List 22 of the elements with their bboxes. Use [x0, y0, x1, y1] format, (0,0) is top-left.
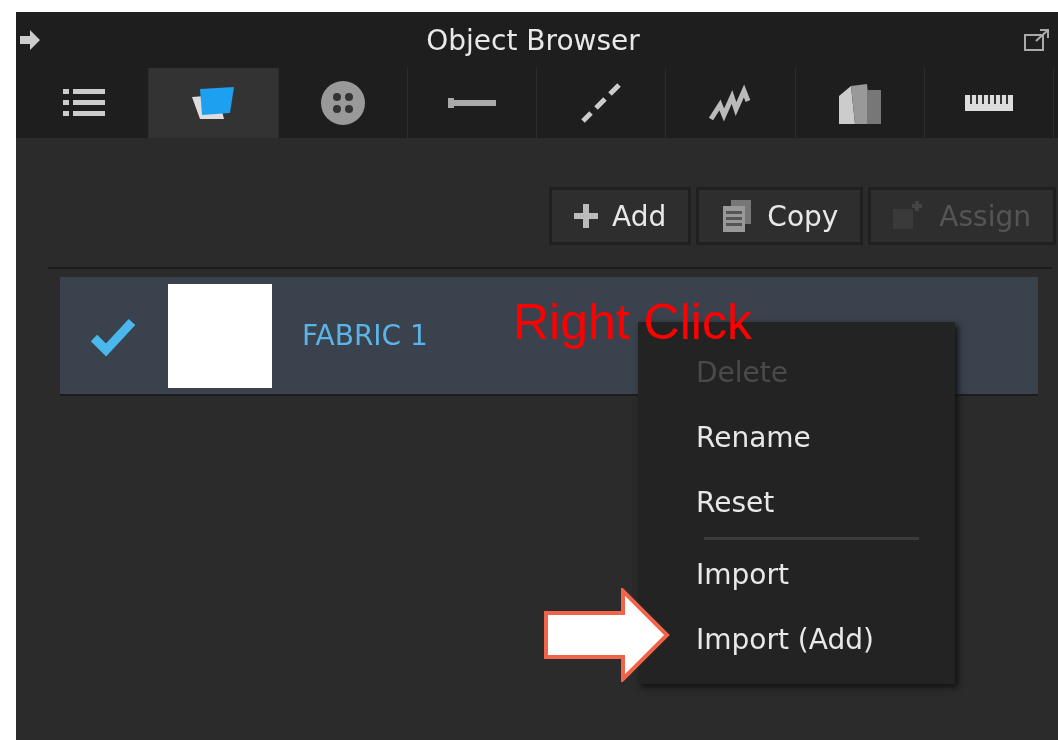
copy-button[interactable]: Copy: [696, 187, 864, 245]
fabric-icon: [190, 85, 237, 121]
menu-item[interactable]: Import: [692, 542, 793, 607]
sewing-button-icon: [319, 80, 366, 126]
arrow-right-icon: [20, 30, 42, 50]
arrow-annotation-icon: [543, 588, 671, 682]
ruler-icon: [964, 95, 1013, 111]
annotation-text: Right Click: [513, 297, 752, 347]
menu-item[interactable]: Rename: [692, 405, 815, 470]
window-title: Object Browser: [425, 23, 641, 57]
add-button[interactable]: Add: [549, 187, 692, 245]
zigzag-icon: [708, 83, 753, 123]
list-icon: [63, 87, 106, 119]
pop-out-icon: [1024, 29, 1050, 51]
menu-item[interactable]: Reset: [692, 470, 779, 535]
dashed-line-icon: [581, 83, 622, 123]
fabric-name: FABRIC 1: [302, 319, 428, 352]
plus-icon: [574, 204, 599, 228]
menu-item[interactable]: Import (Add): [692, 607, 878, 672]
copy-icon: [721, 200, 754, 232]
tab[interactable]: [149, 68, 279, 138]
layers-icon: [836, 82, 883, 124]
